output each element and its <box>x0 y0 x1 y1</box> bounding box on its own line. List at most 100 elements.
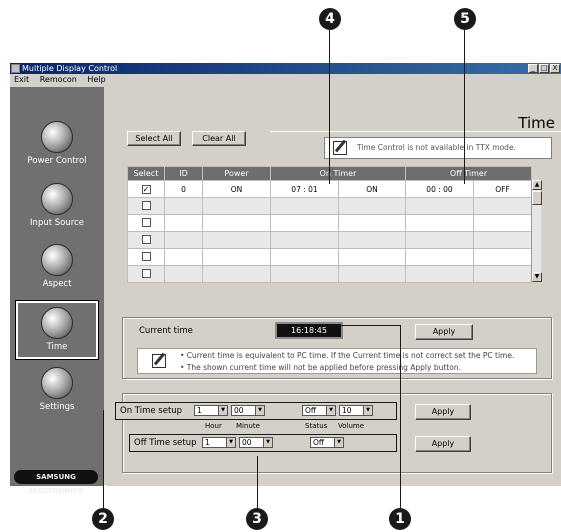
cell-off-time <box>405 197 474 215</box>
sidebar-item-time[interactable]: Time <box>15 300 99 360</box>
col-id: ID <box>164 166 203 181</box>
on-status-select[interactable]: Off ▼ <box>302 405 336 416</box>
cell-id: 0 <box>164 180 203 198</box>
cell-on-status <box>338 197 406 215</box>
minimize-button[interactable]: _ <box>528 64 538 73</box>
page-title: Time <box>518 114 555 132</box>
table-row[interactable] <box>127 265 532 283</box>
display-table: Select ID Power On Timer Off Timer ✓ 0 O… <box>127 166 542 283</box>
window-title: Multiple Display Control <box>22 64 118 73</box>
current-time-apply-button[interactable]: Apply <box>415 324 473 340</box>
col-select: Select <box>127 166 165 181</box>
menu-exit[interactable]: Exit <box>14 75 29 84</box>
sidebar-item-power-control[interactable]: Power Control <box>16 117 98 175</box>
on-volume-select[interactable]: 10 ▼ <box>339 405 373 416</box>
chevron-down-icon[interactable]: ▼ <box>326 406 335 415</box>
on-status-value: Off <box>305 406 317 415</box>
settings-icon <box>41 367 73 399</box>
ttx-note-text: Time Control is not available in TTX mod… <box>357 143 516 152</box>
select-all-button[interactable]: Select All <box>127 131 181 146</box>
cell-off-time <box>405 214 474 232</box>
sidebar-item-label: Aspect <box>42 279 72 289</box>
minute-caption: Minute <box>236 422 260 430</box>
current-time-panel: Current time 16:18:45 Apply • Current ti… <box>122 317 552 379</box>
cell-off-status: OFF <box>473 180 532 198</box>
volume-caption: Volume <box>338 422 365 430</box>
off-hour-select[interactable]: 1 ▼ <box>202 437 236 448</box>
menu-remocon[interactable]: Remocon <box>40 75 77 84</box>
chevron-down-icon[interactable]: ▼ <box>255 406 264 415</box>
on-volume-value: 10 <box>342 406 352 415</box>
current-time-label: Current time <box>139 326 193 336</box>
callout-1-leader <box>400 325 401 508</box>
table-row[interactable] <box>127 214 532 232</box>
menu-help[interactable]: Help <box>87 75 105 84</box>
cell-on-status: ON <box>338 180 406 198</box>
cell-on-status <box>338 214 406 232</box>
cell-power <box>202 265 271 283</box>
on-hour-select[interactable]: 1 ▼ <box>194 405 228 416</box>
cell-on-time <box>270 231 339 249</box>
callout-4-leader <box>329 30 330 184</box>
callout-2: 2 <box>92 508 114 530</box>
row-checkbox[interactable] <box>141 234 151 244</box>
cell-off-status <box>473 248 532 266</box>
chevron-down-icon[interactable]: ▼ <box>263 438 272 447</box>
table-row[interactable] <box>127 248 532 266</box>
scroll-thumb[interactable] <box>532 191 542 205</box>
callout-5-leader <box>464 30 465 184</box>
chevron-down-icon[interactable]: ▼ <box>226 438 235 447</box>
chevron-down-icon[interactable]: ▼ <box>334 438 343 447</box>
info-line-1: • Current time is equivalent to PC time.… <box>180 351 515 360</box>
clear-all-button[interactable]: Clear All <box>192 131 246 146</box>
table-row[interactable] <box>127 197 532 215</box>
samsung-logo: SAMSUNG ELECTRONICS <box>14 470 98 495</box>
sidebar-item-aspect[interactable]: Aspect <box>16 240 98 298</box>
callout-3-leader <box>257 456 258 508</box>
cell-power <box>202 214 271 232</box>
sidebar-item-settings[interactable]: Settings <box>16 363 98 421</box>
cell-on-status <box>338 231 406 249</box>
row-checkbox[interactable] <box>141 200 151 210</box>
sidebar-item-label: Settings <box>39 402 75 412</box>
row-checkbox[interactable]: ✓ <box>141 184 151 194</box>
app-icon <box>11 64 20 73</box>
app-window: Multiple Display Control _ □ X Exit Remo… <box>10 62 561 495</box>
menu-bar: Exit Remocon Help <box>10 74 561 86</box>
table-row[interactable] <box>127 231 532 249</box>
chevron-down-icon[interactable]: ▼ <box>218 406 227 415</box>
on-time-apply-button[interactable]: Apply <box>415 404 471 420</box>
off-time-setup-label: Off Time setup <box>134 438 197 448</box>
table-scrollbar[interactable]: ▲ ▼ <box>531 180 542 282</box>
off-hour-value: 1 <box>205 438 210 447</box>
cell-on-status <box>338 248 406 266</box>
cell-power <box>202 197 271 215</box>
cell-power: ON <box>202 180 271 198</box>
maximize-button[interactable]: □ <box>539 64 549 73</box>
on-minute-value: 00 <box>234 406 244 415</box>
callout-4: 4 <box>319 8 341 30</box>
aspect-icon <box>41 244 73 276</box>
cell-on-time <box>270 248 339 266</box>
off-time-apply-button[interactable]: Apply <box>415 436 471 452</box>
sidebar-item-label: Input Source <box>30 218 84 228</box>
close-button[interactable]: X <box>550 64 560 73</box>
off-minute-value: 00 <box>242 438 252 447</box>
cell-id <box>164 265 203 283</box>
row-checkbox[interactable] <box>141 268 151 278</box>
cell-id <box>164 231 203 249</box>
cell-on-status <box>338 265 406 283</box>
row-checkbox[interactable] <box>141 251 151 261</box>
on-minute-select[interactable]: 00 ▼ <box>231 405 265 416</box>
cell-power <box>202 231 271 249</box>
row-checkbox[interactable] <box>141 217 151 227</box>
scroll-down-icon[interactable]: ▼ <box>532 272 542 282</box>
sidebar-item-input-source[interactable]: Input Source <box>16 179 98 237</box>
cell-off-status <box>473 214 532 232</box>
sidebar: Power Control Input Source Aspect Time S… <box>10 87 104 495</box>
chevron-down-icon[interactable]: ▼ <box>363 406 372 415</box>
off-minute-select[interactable]: 00 ▼ <box>239 437 273 448</box>
cell-id <box>164 248 203 266</box>
off-status-select[interactable]: Off ▼ <box>310 437 344 448</box>
scroll-up-icon[interactable]: ▲ <box>532 180 542 190</box>
